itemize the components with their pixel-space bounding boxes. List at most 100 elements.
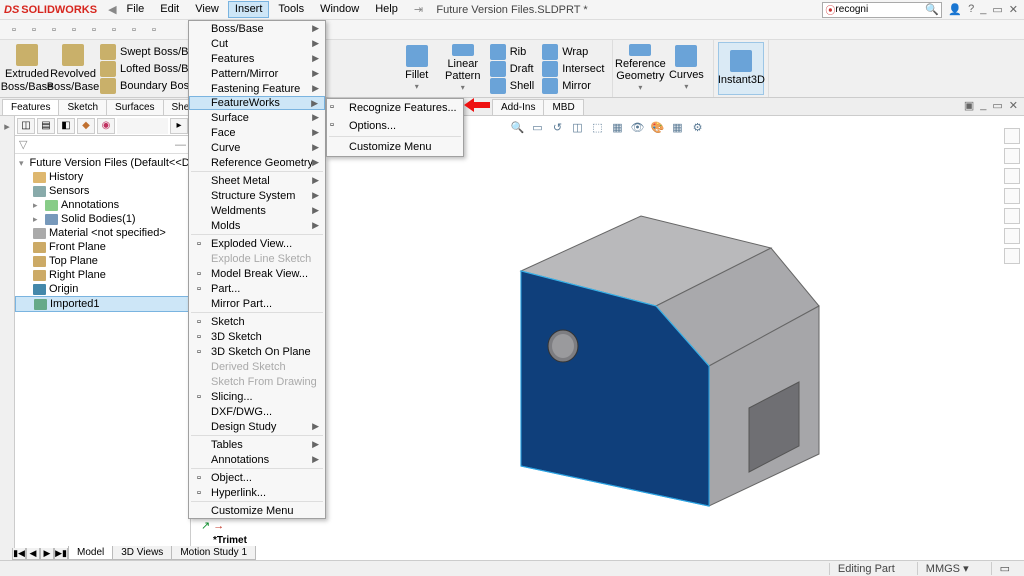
fm-tab-config-icon[interactable]: ◧ xyxy=(57,118,75,134)
insert-menu-item[interactable]: Pattern/Mirror▶ xyxy=(189,66,325,81)
insert-menu-item[interactable]: ▫Exploded View... xyxy=(189,236,325,251)
insert-menu-item[interactable]: Surface▶ xyxy=(189,110,325,125)
doc-minimize-icon[interactable]: _ xyxy=(980,99,986,112)
tab-nav-last[interactable]: ▶▮ xyxy=(54,548,68,560)
doc-cascade-icon[interactable]: ▣ xyxy=(964,99,974,112)
tree-imported1[interactable]: Imported1 xyxy=(15,296,190,312)
vt-section-icon[interactable]: ◫ xyxy=(570,119,586,135)
tp-view-palette-icon[interactable] xyxy=(1004,188,1020,204)
tab-mbd[interactable]: MBD xyxy=(543,99,583,115)
insert-menu-item[interactable]: Mirror Part... xyxy=(189,296,325,311)
tp-appearances-icon[interactable] xyxy=(1004,208,1020,224)
qat-redo-icon[interactable]: ▫ xyxy=(106,22,122,38)
insert-menu-item[interactable]: ▫Model Break View... xyxy=(189,266,325,281)
fm-tab-more-icon[interactable]: ▸ xyxy=(170,118,188,134)
fm-tab-property-icon[interactable]: ▤ xyxy=(37,118,55,134)
insert-menu-item[interactable]: Tables▶ xyxy=(189,437,325,452)
menu-window[interactable]: Window xyxy=(313,1,366,18)
fm-tab-dim-icon[interactable]: ◆ xyxy=(77,118,95,134)
cmd-mirror[interactable]: Mirror xyxy=(538,77,608,94)
menu-view[interactable]: View xyxy=(188,1,226,18)
insert-menu-item[interactable]: ▫Sketch xyxy=(189,314,325,329)
tab-motion-study[interactable]: Motion Study 1 xyxy=(171,546,256,560)
tp-custom-props-icon[interactable] xyxy=(1004,228,1020,244)
doc-restore-icon[interactable]: ▭ xyxy=(992,99,1002,112)
insert-menu-item[interactable]: DXF/DWG... xyxy=(189,404,325,419)
cmd-extruded-boss[interactable]: Extruded Boss/Base xyxy=(4,42,50,95)
tab-nav-first[interactable]: ▮◀ xyxy=(12,548,26,560)
fw-submenu-item[interactable]: Customize Menu xyxy=(327,138,463,156)
vt-hide-show-icon[interactable]: 👁 xyxy=(630,119,646,135)
vt-scene-icon[interactable]: ▦ xyxy=(670,119,686,135)
tree-sensors[interactable]: Sensors xyxy=(15,184,190,198)
close-icon[interactable]: ✕ xyxy=(1009,3,1018,16)
menu-edit[interactable]: Edit xyxy=(153,1,186,18)
fm-tab-tree-icon[interactable]: ◫ xyxy=(17,118,35,134)
insert-menu-item[interactable]: Weldments▶ xyxy=(189,203,325,218)
search-input[interactable] xyxy=(835,4,925,15)
qat-print-icon[interactable]: ▫ xyxy=(66,22,82,38)
cmd-revolved-boss[interactable]: Revolved Boss/Base xyxy=(50,42,96,95)
menu-help[interactable]: Help xyxy=(368,1,405,18)
insert-menu-item[interactable]: Design Study▶ xyxy=(189,419,325,434)
menu-tools[interactable]: Tools xyxy=(271,1,311,18)
menu-file[interactable]: File xyxy=(120,1,152,18)
vt-zoom-fit-icon[interactable]: 🔍 xyxy=(510,119,526,135)
fm-hide-icon[interactable]: — xyxy=(175,139,186,151)
insert-menu-item[interactable]: Face▶ xyxy=(189,125,325,140)
vt-zoom-area-icon[interactable]: ▭ xyxy=(530,119,546,135)
tree-annotations[interactable]: ▸Annotations xyxy=(15,198,190,212)
fw-submenu-item[interactable]: ▫Options... xyxy=(327,117,463,135)
insert-menu-item[interactable]: Cut▶ xyxy=(189,36,325,51)
tp-design-lib-icon[interactable] xyxy=(1004,148,1020,164)
search-icon[interactable]: 🔍 xyxy=(925,3,939,16)
tab-surfaces[interactable]: Surfaces xyxy=(106,99,163,115)
qat-undo-icon[interactable]: ▫ xyxy=(86,22,102,38)
cmd-draft[interactable]: Draft xyxy=(486,60,538,77)
history-back-icon[interactable]: ◀ xyxy=(105,3,119,16)
tree-history[interactable]: History xyxy=(15,170,190,184)
tab-model[interactable]: Model xyxy=(68,546,113,560)
status-extra-icon[interactable]: ▭ xyxy=(991,562,1018,575)
tab-sketch[interactable]: Sketch xyxy=(58,99,107,115)
vt-orient-icon[interactable]: ⬚ xyxy=(590,119,606,135)
tab-features[interactable]: Features xyxy=(2,99,59,115)
doc-close-icon[interactable]: ✕ xyxy=(1009,99,1018,112)
tp-forum-icon[interactable] xyxy=(1004,248,1020,264)
cmd-curves[interactable]: Curves▾ xyxy=(663,42,709,95)
menu-insert[interactable]: Insert xyxy=(228,1,270,18)
tp-file-explorer-icon[interactable] xyxy=(1004,168,1020,184)
cmd-instant3d[interactable]: Instant3D xyxy=(718,42,764,95)
help-icon[interactable]: ? xyxy=(968,3,974,16)
restore-icon[interactable]: ▭ xyxy=(992,3,1002,16)
insert-menu-item[interactable]: Sheet Metal▶ xyxy=(189,173,325,188)
tree-right-plane[interactable]: Right Plane xyxy=(15,268,190,282)
qat-rebuild-icon[interactable]: ▫ xyxy=(126,22,142,38)
tree-front-plane[interactable]: Front Plane xyxy=(15,240,190,254)
fm-filter-icon[interactable]: ▽ xyxy=(19,138,27,151)
insert-menu-item[interactable]: Structure System▶ xyxy=(189,188,325,203)
cmd-wrap[interactable]: Wrap xyxy=(538,43,608,60)
insert-menu-item[interactable]: ▫Object... xyxy=(189,470,325,485)
cmd-shell[interactable]: Shell xyxy=(486,77,538,94)
vt-settings-icon[interactable]: ⚙ xyxy=(690,119,706,135)
cmd-reference-geometry[interactable]: Reference Geometry▾ xyxy=(617,42,663,95)
insert-menu-item[interactable]: Annotations▶ xyxy=(189,452,325,467)
tp-resources-icon[interactable] xyxy=(1004,128,1020,144)
tree-top-plane[interactable]: Top Plane xyxy=(15,254,190,268)
tab-nav-prev[interactable]: ◀ xyxy=(26,548,40,560)
insert-menu-item[interactable]: ▫3D Sketch On Plane xyxy=(189,344,325,359)
tree-material[interactable]: Material <not specified> xyxy=(15,226,190,240)
fw-submenu-item[interactable]: ▫Recognize Features... xyxy=(327,99,463,117)
qat-save-icon[interactable]: ▫ xyxy=(46,22,62,38)
insert-menu-item[interactable]: Reference Geometry▶ xyxy=(189,155,325,170)
cmd-fillet[interactable]: Fillet▾ xyxy=(394,42,440,95)
insert-menu-item[interactable]: Molds▶ xyxy=(189,218,325,233)
tab-nav-next[interactable]: ▶ xyxy=(40,548,54,560)
insert-menu-item[interactable]: ▫3D Sketch xyxy=(189,329,325,344)
rail-arrow-icon[interactable]: ▸ xyxy=(4,120,10,133)
vt-appearance-icon[interactable]: 🎨 xyxy=(650,119,666,135)
tab-addins[interactable]: Add-Ins xyxy=(492,99,544,115)
insert-menu-item[interactable]: FeatureWorks▶ xyxy=(189,96,325,110)
vt-prev-view-icon[interactable]: ↺ xyxy=(550,119,566,135)
